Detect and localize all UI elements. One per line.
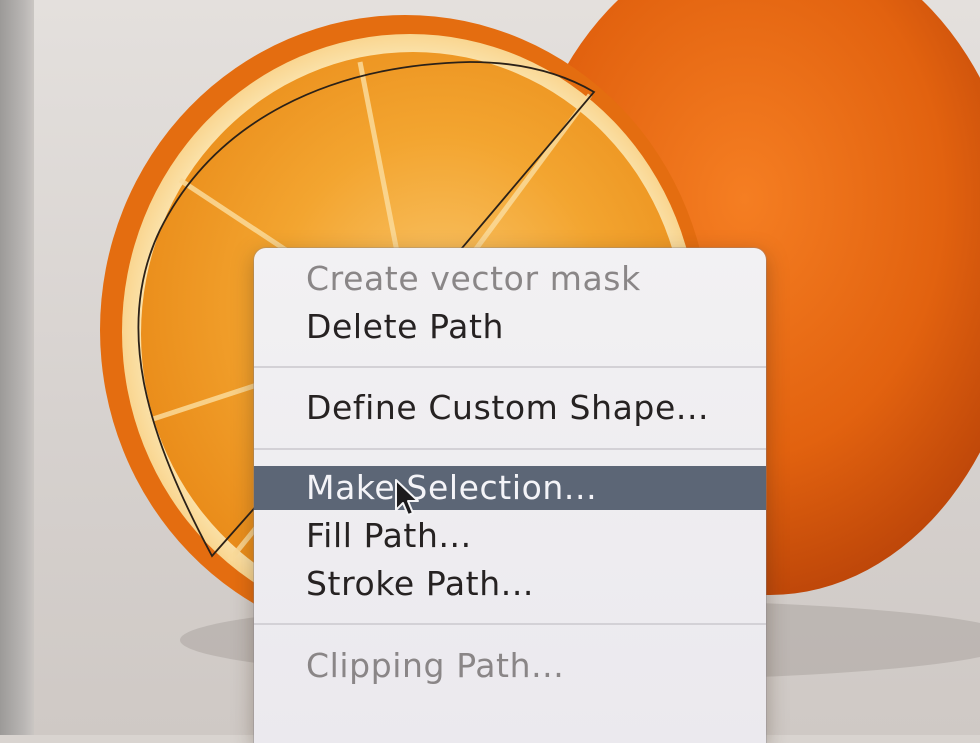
menu-separator [254,448,766,450]
menu-item-make-selection[interactable]: Make Selection... [254,466,766,510]
menu-item-stroke-path[interactable]: Stroke Path... [254,562,766,606]
menu-item-fill-path[interactable]: Fill Path... [254,514,766,558]
context-menu: Create vector mask Delete Path Define Cu… [254,248,766,743]
menu-item-clipping-path[interactable]: Clipping Path... [254,644,766,688]
menu-separator [254,623,766,625]
menu-item-delete-path[interactable]: Delete Path [254,305,766,349]
arrow-cursor-icon [395,479,419,516]
menu-item-create-vector-mask[interactable]: Create vector mask [254,257,766,301]
menu-item-define-custom-shape[interactable]: Define Custom Shape... [254,386,766,430]
menu-separator [254,366,766,368]
